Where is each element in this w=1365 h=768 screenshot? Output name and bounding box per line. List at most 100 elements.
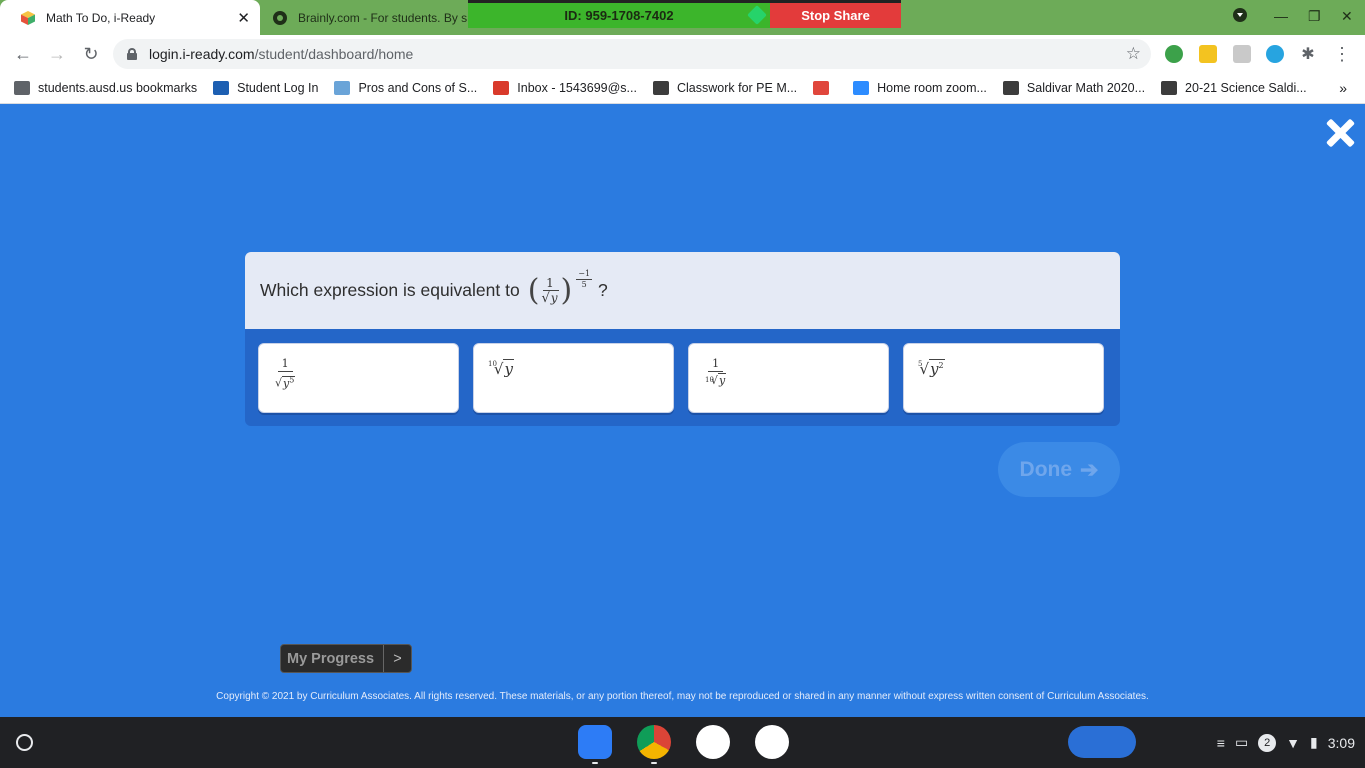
answer-choice-a[interactable]: 1 √y5 xyxy=(258,343,459,413)
question-text: Which expression is equivalent to xyxy=(260,280,520,300)
bookmark-item[interactable]: Classwork for PE M... xyxy=(652,81,798,95)
bookmark-label: Inbox - 1543699@s... xyxy=(517,81,637,95)
menu-icon[interactable]: ⋮ xyxy=(1331,43,1353,65)
tab-close-icon[interactable]: ✕ xyxy=(237,9,250,27)
zoom-app-icon[interactable] xyxy=(578,725,612,759)
minimize-icon[interactable]: — xyxy=(1274,8,1288,24)
expr-denominator: √y xyxy=(541,289,559,306)
choice-expression: 10√y xyxy=(488,359,514,378)
choice-power: 2 xyxy=(938,361,944,370)
running-indicator xyxy=(651,762,657,764)
choice-root-index: 5 xyxy=(918,360,923,368)
bookmark-item[interactable]: Student Log In xyxy=(213,81,318,95)
answer-choice-b[interactable]: 10√y xyxy=(473,343,674,413)
answer-choice-c[interactable]: 1 10√y xyxy=(688,343,889,413)
play-store-icon[interactable] xyxy=(755,725,789,759)
extension-cast-icon[interactable] xyxy=(1233,45,1251,63)
answer-choices: 1 √y5 10√y 1 10√y 5√y2 xyxy=(258,343,1104,413)
exponent-denominator: 5 xyxy=(581,280,587,289)
reload-icon[interactable]: ↻ xyxy=(80,43,102,65)
bookmark-label: Home room zoom... xyxy=(877,81,987,95)
bookmark-item[interactable]: Inbox - 1543699@s... xyxy=(493,81,637,95)
zoom-icon xyxy=(853,81,870,95)
os-shelf: ≡ ▭ 2 ▼ ▮ 3:09 xyxy=(0,717,1365,768)
wifi-icon: ▼ xyxy=(1286,734,1301,751)
done-label: Done xyxy=(1019,457,1073,481)
screen-capture-icon[interactable]: ▭ xyxy=(1235,734,1248,751)
classroom-icon xyxy=(652,81,669,95)
bookmarks-bar: students.ausd.us bookmarks Student Log I… xyxy=(0,73,1365,104)
choice-root-index: 10 xyxy=(705,376,714,384)
answer-choice-d[interactable]: 5√y2 xyxy=(903,343,1104,413)
student-login-icon xyxy=(213,81,230,95)
profile-dropdown-icon[interactable] xyxy=(1232,7,1248,26)
question-mark: ? xyxy=(598,280,608,300)
back-icon[interactable]: ← xyxy=(12,43,34,65)
iready-cube-icon xyxy=(21,10,35,25)
status-tray[interactable]: ≡ ▭ 2 ▼ ▮ 3:09 xyxy=(1217,727,1355,758)
window-close-icon[interactable]: ✕ xyxy=(1341,8,1353,25)
choice-denominator: 10√y xyxy=(705,373,727,387)
expr-numerator: 1 xyxy=(543,276,557,291)
forward-icon[interactable]: → xyxy=(46,43,68,65)
notification-count-badge[interactable]: 2 xyxy=(1258,733,1277,752)
my-progress-label: My Progress xyxy=(287,650,375,667)
window-preview-thumbnail[interactable] xyxy=(1068,726,1136,758)
more-bookmarks-icon[interactable]: » xyxy=(1339,80,1347,96)
chrome-app-icon[interactable] xyxy=(637,725,671,759)
running-indicator xyxy=(592,762,598,764)
expr-exponent: −1 5 xyxy=(576,269,593,290)
bookmark-folder[interactable]: students.ausd.us bookmarks xyxy=(14,81,197,95)
progress-chevron-icon[interactable]: > xyxy=(383,645,411,672)
right-paren: ) xyxy=(560,272,573,308)
done-button[interactable]: Done ➔ xyxy=(998,442,1120,497)
restore-icon[interactable]: ❐ xyxy=(1308,8,1321,25)
bookmark-item[interactable]: Pros and Cons of S... xyxy=(334,81,477,95)
bookmark-item[interactable] xyxy=(813,81,837,95)
copyright-footer: Copyright © 2021 by Curriculum Associate… xyxy=(216,691,1149,702)
choice-expression: 1 10√y xyxy=(705,356,727,389)
bookmark-item[interactable]: Saldivar Math 2020... xyxy=(1002,81,1145,95)
choice-numerator: 1 xyxy=(708,356,724,372)
url-host: login.i-ready.com xyxy=(149,46,255,62)
bookmark-label: Classwork for PE M... xyxy=(676,81,798,95)
clock-time[interactable]: 3:09 xyxy=(1328,735,1355,751)
bookmark-item[interactable]: 20-21 Science Saldi... xyxy=(1161,81,1307,95)
tab-brainly[interactable]: Brainly.com - For students. By s xyxy=(262,0,472,35)
screen-share-bar: ID: 959-1708-7402 Stop Share xyxy=(468,0,901,28)
my-progress-button[interactable]: My Progress > xyxy=(280,644,412,673)
tab-iready[interactable]: Math To Do, i-Ready ✕ xyxy=(0,0,260,35)
url-path: /student/dashboard/home xyxy=(254,46,414,62)
question-prompt: Which expression is equivalent to ( 1 √y… xyxy=(245,252,1120,329)
share-id-text: ID: 959-1708-7402 xyxy=(564,8,674,23)
pros-cons-icon xyxy=(334,81,351,95)
choice-root-index: 10 xyxy=(488,360,497,368)
tasks-icon[interactable]: ≡ xyxy=(1217,735,1225,751)
stop-share-button[interactable]: Stop Share xyxy=(770,3,901,28)
question-expression: ( 1 √y ) −1 5 xyxy=(527,269,593,308)
folder-icon xyxy=(14,81,30,95)
close-lesson-icon[interactable] xyxy=(1324,118,1354,148)
choice-expression: 5√y2 xyxy=(918,359,945,378)
zoom-meetings-icon[interactable] xyxy=(696,725,730,759)
tab-title: Brainly.com - For students. By s xyxy=(298,10,468,25)
tab-strip: Math To Do, i-Ready ✕ Brainly.com - For … xyxy=(0,0,1365,35)
arrow-right-icon: ➔ xyxy=(1080,456,1099,482)
address-bar[interactable]: login.i-ready.com/student/dashboard/home… xyxy=(113,39,1151,69)
extensions-puzzle-icon[interactable]: ✱ xyxy=(1297,43,1319,65)
choice-expression: 1 √y5 xyxy=(275,356,296,392)
launcher-icon[interactable] xyxy=(16,734,33,751)
bookmark-star-icon[interactable]: ☆ xyxy=(1126,44,1141,64)
bookmark-item[interactable]: Home room zoom... xyxy=(853,81,987,95)
extension-globe-icon[interactable] xyxy=(1266,45,1284,63)
extension-classroom-icon[interactable] xyxy=(1199,45,1217,63)
bookmark-label: students.ausd.us bookmarks xyxy=(38,81,198,95)
battery-icon: ▮ xyxy=(1310,734,1318,750)
bookmark-label: Pros and Cons of S... xyxy=(358,81,478,95)
bookmark-label: Student Log In xyxy=(237,81,319,95)
choice-radicand: y xyxy=(717,373,727,387)
brainly-icon xyxy=(273,10,287,25)
extension-plus-icon[interactable] xyxy=(1165,45,1183,63)
share-meeting-id: ID: 959-1708-7402 xyxy=(468,3,770,28)
left-paren: ( xyxy=(527,272,540,308)
